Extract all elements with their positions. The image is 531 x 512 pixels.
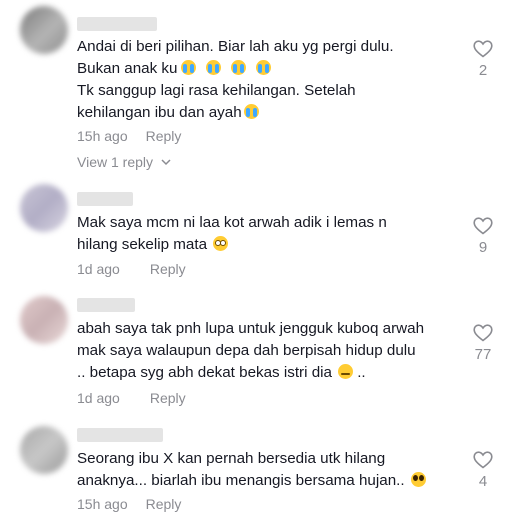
comment-meta: 1d ago Reply [77,261,186,277]
timestamp: 1d ago [77,390,120,406]
loudly-crying-emoji [181,60,197,75]
comment-line: .. betapa syg abh dekat bekas istri dia … [77,364,366,381]
avatar[interactable] [20,6,68,54]
comment-item: Mak saya mcm ni laa kot arwah adik i lem… [0,180,531,290]
comment-line: anaknya... biarlah ibu menangis bersama … [77,470,457,492]
comment-line: Tk sanggup lagi rasa kehilangan. Setelah [77,82,356,99]
view-replies-button[interactable]: View 1 reply [77,154,171,170]
comment-text: abah saya tak pnh lupa untuk jengguk kub… [77,318,457,384]
comment-line: mak saya walaupun depa dah berpisah hidu… [77,342,416,359]
comment-meta: 15h ago Reply [77,496,181,512]
comment-item: Seorang ibu X kan pernah bersedia utk hi… [0,420,531,512]
pleading-face-emoji [410,472,426,487]
like-control[interactable]: 77 [470,324,496,363]
view-replies-label: View 1 reply [77,154,154,170]
reply-button[interactable]: Reply [150,390,186,406]
comment-line: Bukan anak ku [77,58,457,80]
loudly-crying-emoji [256,60,272,75]
timestamp: 15h ago [77,496,128,512]
pensive-face-emoji [337,364,353,379]
avatar[interactable] [20,296,68,344]
like-count: 77 [474,346,492,363]
comment-text: Seorang ibu X kan pernah bersedia utk hi… [77,448,457,492]
comment-line: abah saya tak pnh lupa untuk jengguk kub… [77,320,425,337]
comment-meta: 1d ago Reply [77,390,186,406]
reply-button[interactable]: Reply [146,496,182,512]
comment-item: Andai di beri pilihan. Biar lah aku yg p… [0,0,531,180]
chevron-down-icon [161,159,171,166]
avatar[interactable] [20,426,68,474]
comment-text: Mak saya mcm ni laa kot arwah adik i lem… [77,212,457,256]
comment-line: Andai di beri pilihan. Biar lah aku yg p… [77,38,394,55]
timestamp: 1d ago [77,261,120,277]
avatar[interactable] [20,184,68,232]
like-count: 4 [478,473,488,490]
username-redacted[interactable] [77,298,135,312]
username-redacted[interactable] [77,428,163,442]
comment-line: Seorang ibu X kan pernah bersedia utk hi… [77,450,386,467]
heart-outline-icon[interactable] [473,40,493,58]
loudly-crying-emoji [206,60,222,75]
heart-outline-icon[interactable] [473,451,493,469]
comment-meta: 15h ago Reply [77,128,181,144]
timestamp: 15h ago [77,128,128,144]
like-control[interactable]: 4 [470,451,496,490]
reply-button[interactable]: Reply [146,128,182,144]
heart-outline-icon[interactable] [473,324,493,342]
reply-button[interactable]: Reply [150,261,186,277]
comment-line: kehilangan ibu dan ayah [77,102,457,124]
username-redacted[interactable] [77,17,157,31]
loudly-crying-emoji [231,60,247,75]
flushed-face-emoji [213,236,229,251]
like-control[interactable]: 9 [470,217,496,256]
username-redacted[interactable] [77,192,133,206]
comment-item: abah saya tak pnh lupa untuk jengguk kub… [0,290,531,420]
comment-line: hilang sekelip mata [77,234,457,256]
comment-line: Mak saya mcm ni laa kot arwah adik i lem… [77,214,387,231]
comment-text: Andai di beri pilihan. Biar lah aku yg p… [77,36,457,124]
heart-outline-icon[interactable] [473,217,493,235]
like-count: 9 [478,239,488,256]
like-control[interactable]: 2 [470,40,496,79]
loudly-crying-emoji [243,104,259,119]
like-count: 2 [478,62,488,79]
